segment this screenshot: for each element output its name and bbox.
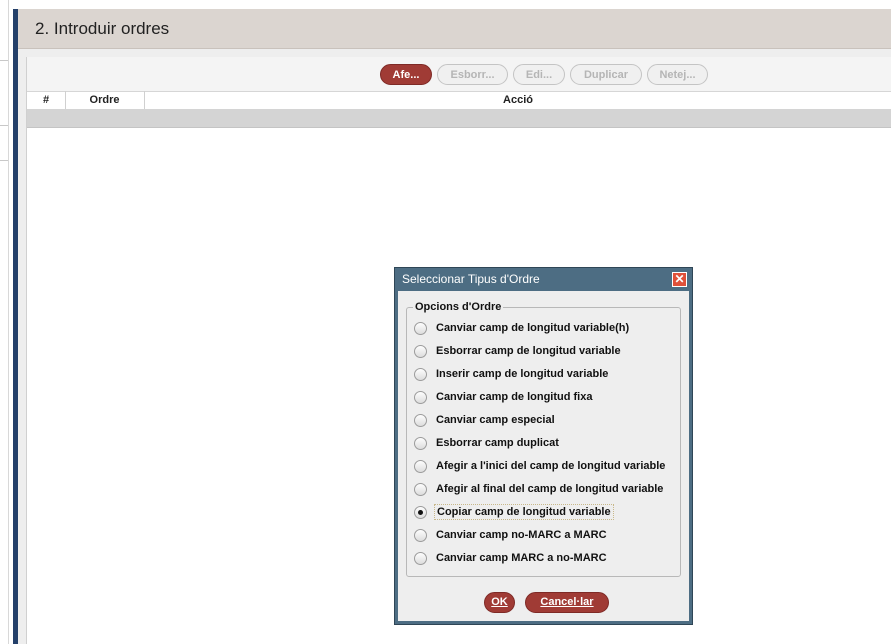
- option-label: Esborrar camp duplicat: [436, 437, 559, 449]
- radio-icon[interactable]: [414, 368, 427, 381]
- radio-icon[interactable]: [414, 529, 427, 542]
- dialog-body: Opcions d'Ordre Canviar camp de longitud…: [398, 291, 689, 621]
- window-left-edge: [0, 0, 9, 644]
- page-header: 2. Introduir ordres: [18, 9, 891, 49]
- edge-tick: [0, 60, 8, 61]
- page-title: 2. Introduir ordres: [35, 19, 170, 38]
- option-label: Canviar camp especial: [436, 414, 555, 426]
- close-icon[interactable]: ✕: [672, 272, 687, 287]
- dialog-title: Seleccionar Tipus d'Ordre: [402, 272, 540, 286]
- dialog-title-bar[interactable]: Seleccionar Tipus d'Ordre ✕: [395, 268, 692, 291]
- radio-icon[interactable]: [414, 391, 427, 404]
- add-button[interactable]: Afe...: [380, 64, 432, 85]
- order-options-group: Opcions d'Ordre Canviar camp de longitud…: [406, 301, 681, 577]
- radio-icon[interactable]: [414, 414, 427, 427]
- option-label: Canviar camp no-MARC a MARC: [436, 529, 607, 541]
- option-label: Afegir a l'inici del camp de longitud va…: [436, 460, 666, 472]
- option-label: Copiar camp de longitud variable: [434, 504, 614, 520]
- edge-tick: [0, 125, 8, 126]
- option-label: Esborrar camp de longitud variable: [436, 345, 621, 357]
- table-row[interactable]: [27, 109, 891, 128]
- option-label: Canviar camp de longitud variable(h): [436, 322, 630, 334]
- order-options-legend: Opcions d'Ordre: [413, 301, 504, 313]
- clear-button[interactable]: Netej...: [647, 64, 708, 85]
- radio-icon[interactable]: [414, 322, 427, 335]
- radio-checked-icon[interactable]: [414, 506, 427, 519]
- option-label: Inserir camp de longitud variable: [436, 368, 609, 380]
- radio-icon[interactable]: [414, 437, 427, 450]
- delete-button[interactable]: Esborr...: [437, 64, 508, 85]
- option-label: Canviar camp de longitud fixa: [436, 391, 593, 403]
- radio-icon[interactable]: [414, 460, 427, 473]
- column-action[interactable]: Acció: [144, 92, 891, 109]
- column-order[interactable]: Ordre: [65, 92, 144, 109]
- radio-icon[interactable]: [414, 345, 427, 358]
- edit-button[interactable]: Edi...: [513, 64, 565, 85]
- order-type-dialog: Seleccionar Tipus d'Ordre ✕ Opcions d'Or…: [394, 267, 693, 625]
- radio-icon[interactable]: [414, 483, 427, 496]
- option-label: Canviar camp MARC a no-MARC: [436, 552, 607, 564]
- orders-table-header: # Ordre Acció: [27, 91, 891, 110]
- edge-tick: [0, 160, 8, 161]
- option-label: Afegir al final del camp de longitud var…: [436, 483, 664, 495]
- ok-button[interactable]: OK: [484, 592, 515, 613]
- cancel-button[interactable]: Cancel·lar: [525, 592, 609, 613]
- orders-toolbar: Afe... Esborr... Edi... Duplicar Netej..…: [27, 57, 891, 91]
- duplicate-button[interactable]: Duplicar: [570, 64, 642, 85]
- radio-icon[interactable]: [414, 552, 427, 565]
- panel-accent-bar: [13, 9, 18, 644]
- column-number[interactable]: #: [27, 92, 65, 109]
